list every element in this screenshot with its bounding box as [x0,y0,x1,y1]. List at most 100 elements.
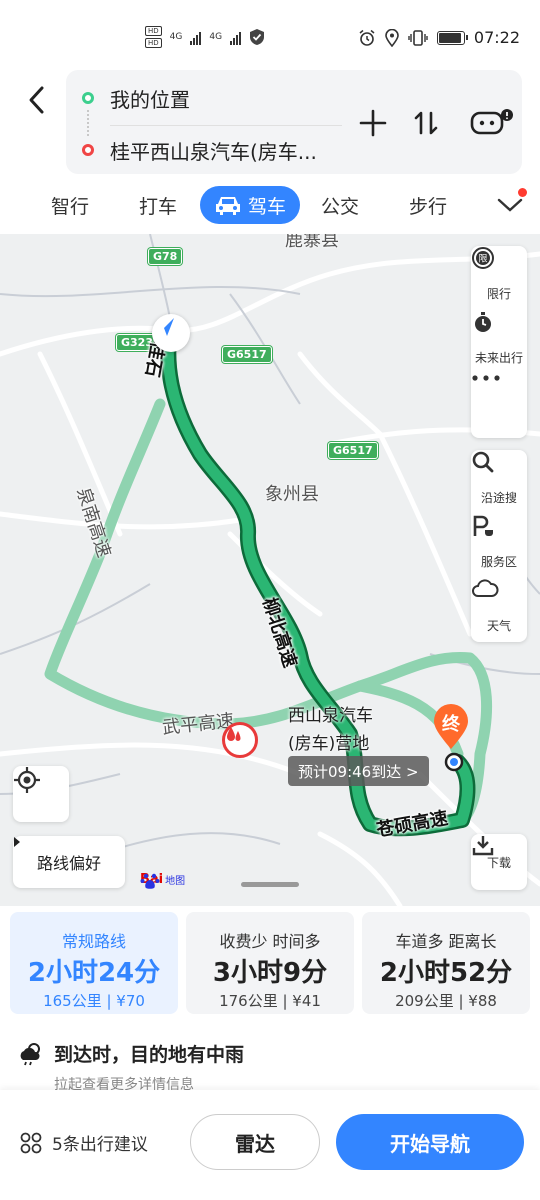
tab-drive[interactable]: 驾车 [200,186,300,224]
logo-suffix: 地图 [165,876,186,887]
destination-center [450,758,458,766]
gas-station-icon[interactable] [222,722,258,758]
route-option-meta: 165公里 | ¥70 [43,992,145,1010]
notification-dot [518,188,527,197]
more-tools-button[interactable] [471,374,527,438]
start-dot-icon [82,92,94,104]
route-header: 我的位置 桂平西山泉汽车(房车... [0,66,540,176]
network-type-2: 4G [209,32,223,42]
locate-button[interactable] [13,766,69,822]
destination-name-line1: 西山泉汽车 [288,706,373,726]
service-area-button[interactable]: 服务区 [471,514,527,578]
highway-shield: G6517 [222,346,272,363]
weather-notice[interactable]: 到达时，目的地有中雨 拉起查看更多详情信息 [0,1018,540,1090]
tab-walk[interactable]: 步行 [398,186,458,224]
route-option-title: 常规路线 [61,932,126,951]
locate-icon [14,767,40,793]
download-label: 下载 [486,855,511,870]
tab-drive-label: 驾车 [247,195,286,218]
county-label: 鹿寨县 [285,234,339,251]
future-travel-button[interactable]: 未来出行 [471,310,527,374]
location-status-icon [385,28,399,47]
route-option-title: 收费少 时间多 [219,932,321,951]
eta-badge[interactable]: 预计09:46到达 > [288,756,429,786]
route-option-card[interactable]: 收费少 时间多 3小时9分 176公里 | ¥41 [186,912,354,1014]
clock: 07:22 [473,28,520,47]
route-preference-button[interactable]: 路线偏好 [13,836,125,888]
map-search-panel: 沿途搜 服务区 天气 [471,450,527,642]
add-waypoint-icon[interactable] [356,106,390,140]
search-along-label: 沿途搜 [480,490,517,505]
bottom-action-bar: 5条出行建议 雷达 开始导航 [0,1090,540,1200]
drag-handle[interactable] [241,882,299,887]
tab-smart[interactable]: 智行 [40,186,100,224]
chevron-down-icon [497,198,523,212]
route-input-box: 我的位置 桂平西山泉汽车(房车... [66,70,522,174]
travel-suggestions-button[interactable]: 5条出行建议 [20,1130,148,1155]
route-option-card[interactable]: 车道多 距离长 2小时52分 209公里 | ¥88 [362,912,530,1014]
end-field[interactable]: 桂平西山泉汽车(房车... [66,126,356,174]
network-type-1: 4G [169,32,183,42]
route-option-meta: 176公里 | ¥41 [219,992,321,1010]
end-dot-icon [82,144,94,156]
radar-button[interactable]: 雷达 [190,1114,320,1170]
baidu-logo: Bai 地图 [140,872,186,889]
destination-pin-icon: 终 [432,704,470,750]
start-location: 我的位置 [110,87,190,112]
highway-shield: G78 [148,248,183,265]
route-option-duration: 2小时52分 [379,958,513,988]
alarm-icon [359,29,375,46]
destination-name-line2: (房车)营地 [288,734,370,754]
start-navigation-button[interactable]: 开始导航 [336,1114,524,1170]
search-icon [472,451,512,485]
restriction-button[interactable]: 限 限行 [471,246,527,310]
signal-icon [190,29,202,45]
grid-icon [20,1132,42,1153]
assistant-robot-icon[interactable] [468,106,514,140]
map-canvas [0,234,540,906]
download-icon [472,836,494,856]
map-tools-panel: 限 限行 未来出行 [471,246,527,438]
weather-button[interactable]: 天气 [471,578,527,642]
route-option-duration: 3小时9分 [212,958,328,988]
county-label: 象州县 [265,484,319,505]
tab-transit[interactable]: 公交 [310,186,370,224]
tab-taxi[interactable]: 打车 [128,186,188,224]
route-option-card[interactable]: 常规路线 2小时24分 165公里 | ¥70 [10,912,178,1014]
screen: HD HD 4G 4G 07:22 我的位置 桂平西山泉汽车(房车... 智行 … [0,0,540,1200]
vibrate-icon [408,29,428,46]
stopwatch-icon [475,312,512,345]
car-icon [215,197,240,215]
system-status: 07:22 [358,28,520,47]
travel-mode-tabs: 智行 打车 驾车 公交 步行 [0,178,540,234]
back-icon[interactable] [22,82,52,118]
caret-right-icon [14,837,20,847]
highway-shield: G6517 [328,442,378,459]
svg-text:限: 限 [478,254,487,265]
destination-label: 西山泉汽车 (房车)营地 [288,702,373,758]
destination-pin-text: 终 [442,714,460,735]
travel-suggestions-label: 5条出行建议 [52,1135,148,1155]
search-along-route-button[interactable]: 沿途搜 [471,450,527,514]
offline-download-button[interactable]: 下载 [471,834,527,890]
service-area-icon [473,515,512,549]
weather-icon [472,579,512,613]
route-option-duration: 2小时24分 [27,958,161,988]
restriction-label: 限行 [486,286,511,301]
map-view[interactable]: G78 G323 G6517 G6517 鹿寨县 象州县 泉南高速 柳北高速 武… [0,234,540,906]
route-preference-label: 路线偏好 [36,854,101,873]
more-icon [472,375,512,419]
weather-subtitle: 拉起查看更多详情信息 [54,1077,194,1090]
battery-level [438,32,461,43]
end-location: 桂平西山泉汽车(房车... [110,139,317,164]
start-field[interactable]: 我的位置 [66,74,356,122]
battery-icon [436,30,468,45]
service-area-label: 服务区 [480,554,517,569]
rain-cloud-icon [20,1043,40,1066]
weather-label: 天气 [486,618,511,633]
swap-icon[interactable] [409,106,443,140]
future-travel-label: 未来出行 [474,350,523,365]
route-option-meta: 209公里 | ¥88 [395,992,497,1010]
network-status: HD HD 4G 4G [145,26,265,48]
route-option-title: 车道多 距离长 [395,932,497,951]
